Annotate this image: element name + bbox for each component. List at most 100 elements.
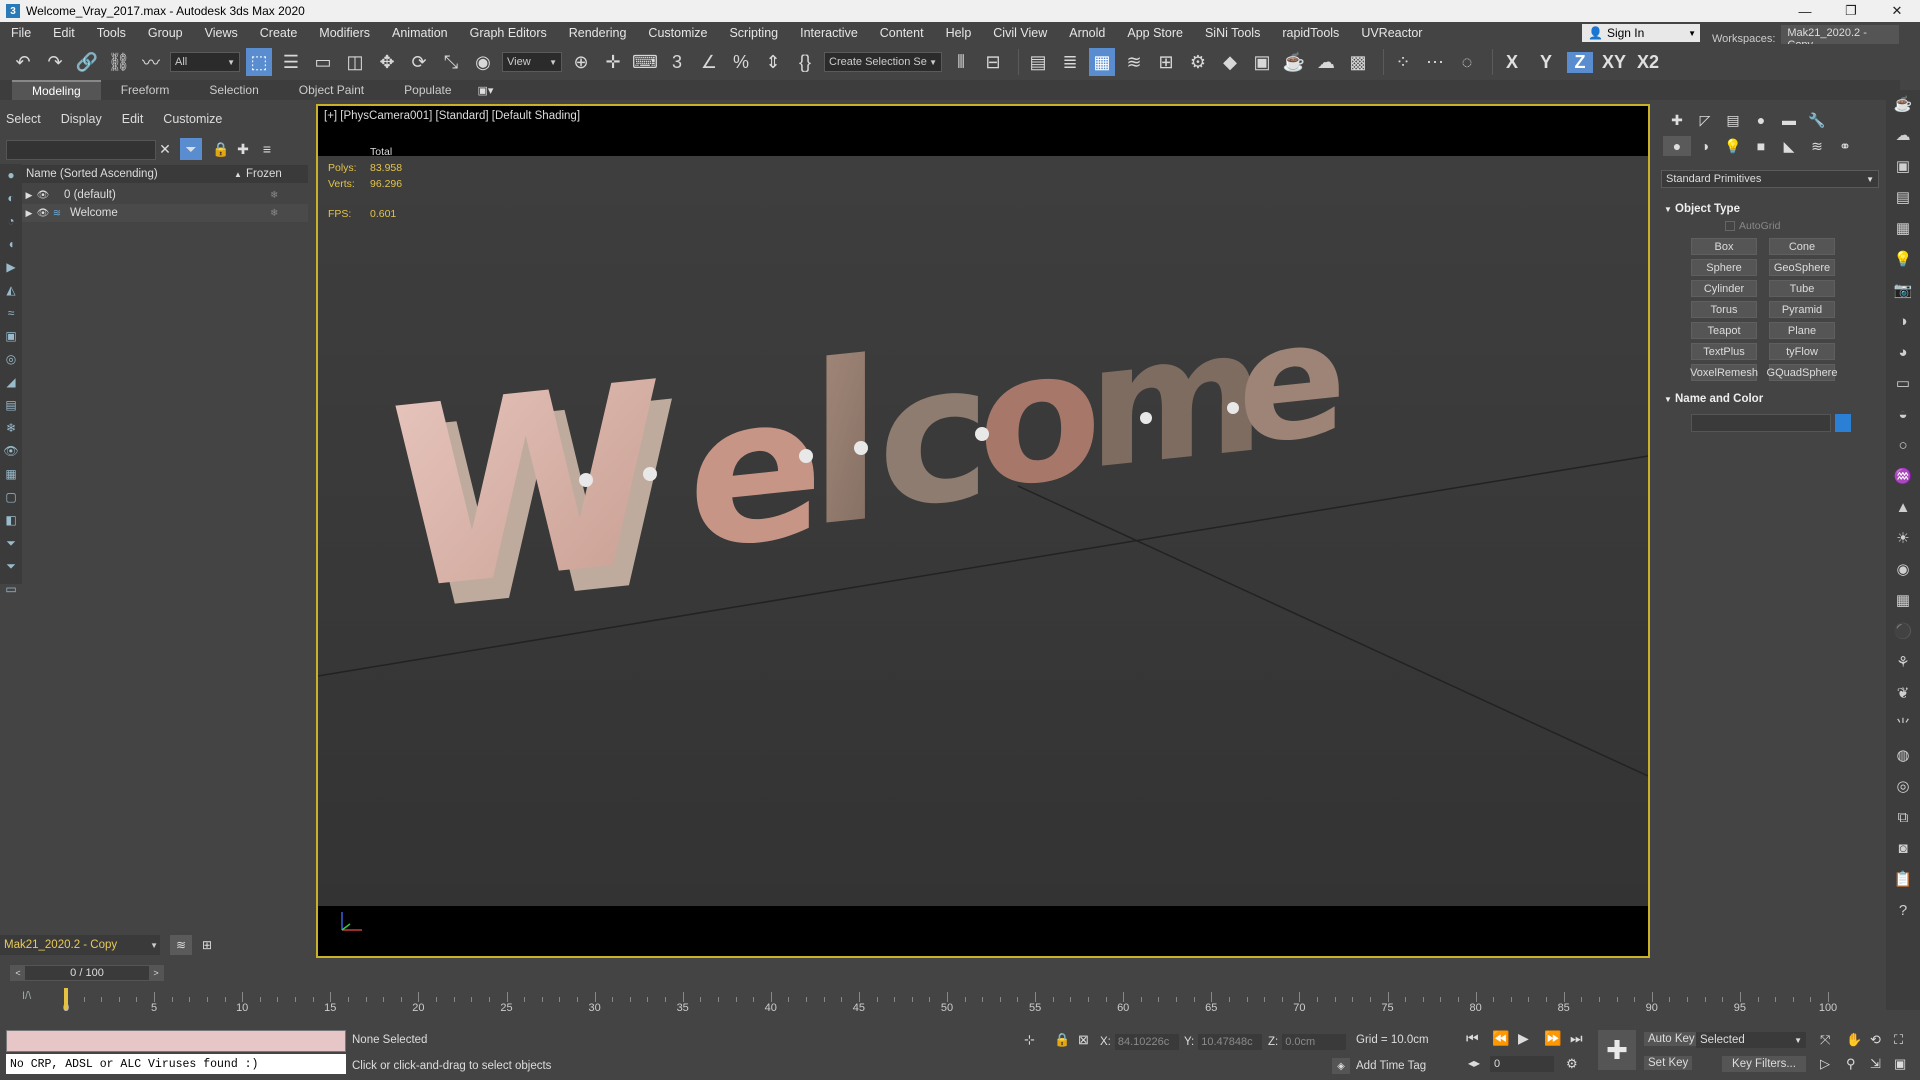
orbit-icon[interactable]: ⟲	[1870, 1032, 1881, 1048]
autogrid-checkbox[interactable]: AutoGrid	[1725, 220, 1780, 232]
minimize-button[interactable]: —	[1782, 0, 1828, 22]
tyflow-button[interactable]: tyFlow	[1769, 343, 1835, 360]
unlink-icon[interactable]: ⛓	[106, 48, 132, 76]
hierarchy-panel-icon[interactable]: ▤	[1719, 110, 1747, 130]
shapes-category-icon[interactable]: ◑	[1691, 136, 1719, 156]
tab-modeling[interactable]: Modeling	[12, 80, 101, 100]
cone-button[interactable]: Cone	[1769, 238, 1835, 255]
grid-icon[interactable]: ▦	[1886, 586, 1920, 614]
maximize-viewport-icon[interactable]: ⛶	[1894, 1032, 1903, 1048]
time-slider[interactable]: < 0 / 100 >	[0, 962, 1886, 984]
helpers-category-icon[interactable]: ◣	[1775, 136, 1803, 156]
toggle-scene-explorer-icon[interactable]: ▤	[1025, 48, 1051, 76]
add-time-tag[interactable]: ◈ Add Time Tag	[1332, 1058, 1426, 1074]
truck-camera-icon[interactable]: ⇲	[1870, 1056, 1881, 1072]
visibility-eye-icon[interactable]: 👁	[36, 190, 50, 201]
menu-customize[interactable]: Customize	[637, 26, 718, 40]
frame-buffer-icon[interactable]: ▣	[1886, 152, 1920, 180]
explorer-menu-select[interactable]: Select	[6, 112, 41, 126]
ambient-icon[interactable]: ◉	[1886, 555, 1920, 583]
next-key-icon[interactable]: ⏩	[1544, 1030, 1561, 1047]
rect-selection-icon[interactable]: ▭	[310, 48, 336, 76]
pan-view-icon[interactable]: ✋	[1846, 1032, 1862, 1048]
menu-modifiers[interactable]: Modifiers	[308, 26, 381, 40]
spacewarps-category-icon[interactable]: ≋	[1803, 136, 1831, 156]
pivot-center-icon[interactable]: ⊕	[568, 48, 594, 76]
maxscript-output[interactable]: No CRP, ADSL or ALC Viruses found :)	[6, 1054, 346, 1074]
containers-filter-icon[interactable]: ▤	[0, 394, 22, 416]
explorer-search-input[interactable]	[6, 140, 156, 160]
y-value-input[interactable]: 10.47848c	[1198, 1034, 1263, 1050]
ribbon-toggle-icon[interactable]: ▦	[1089, 48, 1115, 76]
plane-button[interactable]: Plane	[1769, 322, 1835, 339]
ribbon-options-icon[interactable]: ▣▾	[478, 84, 494, 97]
create-panel-icon[interactable]: ✚	[1663, 110, 1691, 130]
time-config-icon[interactable]: ⚙	[1566, 1056, 1578, 1072]
frozen-snowflake-icon[interactable]: ❄	[270, 190, 278, 201]
menu-uvreactor[interactable]: UVReactor	[1350, 26, 1433, 40]
explorer-menu-display[interactable]: Display	[61, 112, 102, 126]
modify-panel-icon[interactable]: ◸	[1691, 110, 1719, 130]
object-type-rollout[interactable]: ▼ Object Type	[1661, 200, 1879, 218]
xrefs-filter-icon[interactable]: ◎	[0, 348, 22, 370]
menu-scripting[interactable]: Scripting	[718, 26, 789, 40]
zoom-extents-icon[interactable]: ⤧	[1820, 1032, 1830, 1048]
menu-civil-view[interactable]: Civil View	[982, 26, 1058, 40]
cylinder-button[interactable]: Cylinder	[1691, 280, 1757, 297]
invert-filter-icon[interactable]: ◧	[0, 509, 22, 531]
selection-filter-dropdown[interactable]: All ▼	[170, 52, 240, 72]
render-setup-icon[interactable]: ◆	[1217, 48, 1243, 76]
previous-key-icon[interactable]: ⏪	[1492, 1030, 1509, 1047]
all-filter-icon[interactable]: ▦	[0, 463, 22, 485]
display-all-icon[interactable]: ●	[0, 164, 22, 186]
absolute-mode-icon[interactable]: ⊠	[1078, 1032, 1089, 1048]
keyboard-shortcut-icon[interactable]: ⌨	[632, 48, 658, 76]
tab-selection[interactable]: Selection	[189, 81, 278, 99]
set-key-button[interactable]: Set Key	[1644, 1056, 1693, 1070]
layers-icon[interactable]: ≡	[256, 138, 278, 160]
tab-freeform[interactable]: Freeform	[101, 81, 190, 99]
cone-icon[interactable]: ▲	[1886, 493, 1920, 521]
sphere-light-icon[interactable]: ◒	[1886, 400, 1920, 428]
move-icon[interactable]: ✥	[374, 48, 400, 76]
rendered-frame-window-icon[interactable]: ▣	[1249, 48, 1275, 76]
viewport-scene[interactable]: W W e l c o m e	[318, 156, 1648, 906]
new-layer-icon[interactable]: ✚	[232, 138, 254, 160]
array-icon[interactable]: ⁘	[1390, 48, 1416, 76]
sun-icon[interactable]: ☀	[1886, 524, 1920, 552]
filter-funnel-icon[interactable]: ⏷	[0, 555, 22, 577]
proxy-icon[interactable]: ⚫	[1886, 617, 1920, 645]
find-icon[interactable]: ⏷	[0, 532, 22, 554]
help-icon[interactable]: ?	[1886, 896, 1920, 924]
tree-icon[interactable]: ⚘	[1886, 648, 1920, 676]
material-editor-icon[interactable]: ⚙	[1185, 48, 1211, 76]
shapes-filter-icon[interactable]: ◔	[0, 210, 22, 232]
curve-editor-icon[interactable]: ≋	[1121, 48, 1147, 76]
menu-graph-editors[interactable]: Graph Editors	[459, 26, 558, 40]
clear-search-icon[interactable]: ✕	[154, 138, 176, 160]
geometry-category-icon[interactable]: ●	[1663, 136, 1691, 156]
curve-editor-toggle-icon[interactable]: I/\	[22, 990, 31, 1002]
axis-xy-button[interactable]: XY	[1601, 52, 1627, 73]
next-frame-icon[interactable]: >	[149, 966, 163, 980]
selection-lock-icon[interactable]: 🔒	[1054, 1032, 1070, 1048]
explorer-menu-edit[interactable]: Edit	[122, 112, 144, 126]
reference-coord-dropdown[interactable]: View ▼	[502, 52, 562, 72]
key-filters-button[interactable]: Key Filters...	[1722, 1056, 1806, 1072]
layer-explorer-toggle-icon[interactable]: ≋	[170, 935, 192, 955]
time-marker[interactable]	[64, 988, 68, 1010]
helpers-filter-icon[interactable]: ◭	[0, 279, 22, 301]
systems-category-icon[interactable]: ⚭	[1831, 136, 1859, 156]
textplus-button[interactable]: TextPlus	[1691, 343, 1757, 360]
box-button[interactable]: Box	[1691, 238, 1757, 255]
menu-app-store[interactable]: App Store	[1116, 26, 1194, 40]
schematic-view-icon[interactable]: ⊞	[1153, 48, 1179, 76]
utilities-panel-icon[interactable]: 🔧	[1803, 110, 1831, 130]
explorer-row-default-layer[interactable]: ▶ 👁 0 (default) ❄	[22, 186, 308, 204]
torus-button[interactable]: Torus	[1691, 301, 1757, 318]
object-name-input[interactable]	[1691, 414, 1831, 432]
cameras-filter-icon[interactable]: ▶	[0, 256, 22, 278]
edit-named-selection-icon[interactable]: {}	[792, 48, 818, 76]
menu-animation[interactable]: Animation	[381, 26, 459, 40]
track-bar[interactable]: I/\ 051015202530354045505560657075808590…	[0, 984, 1886, 1016]
